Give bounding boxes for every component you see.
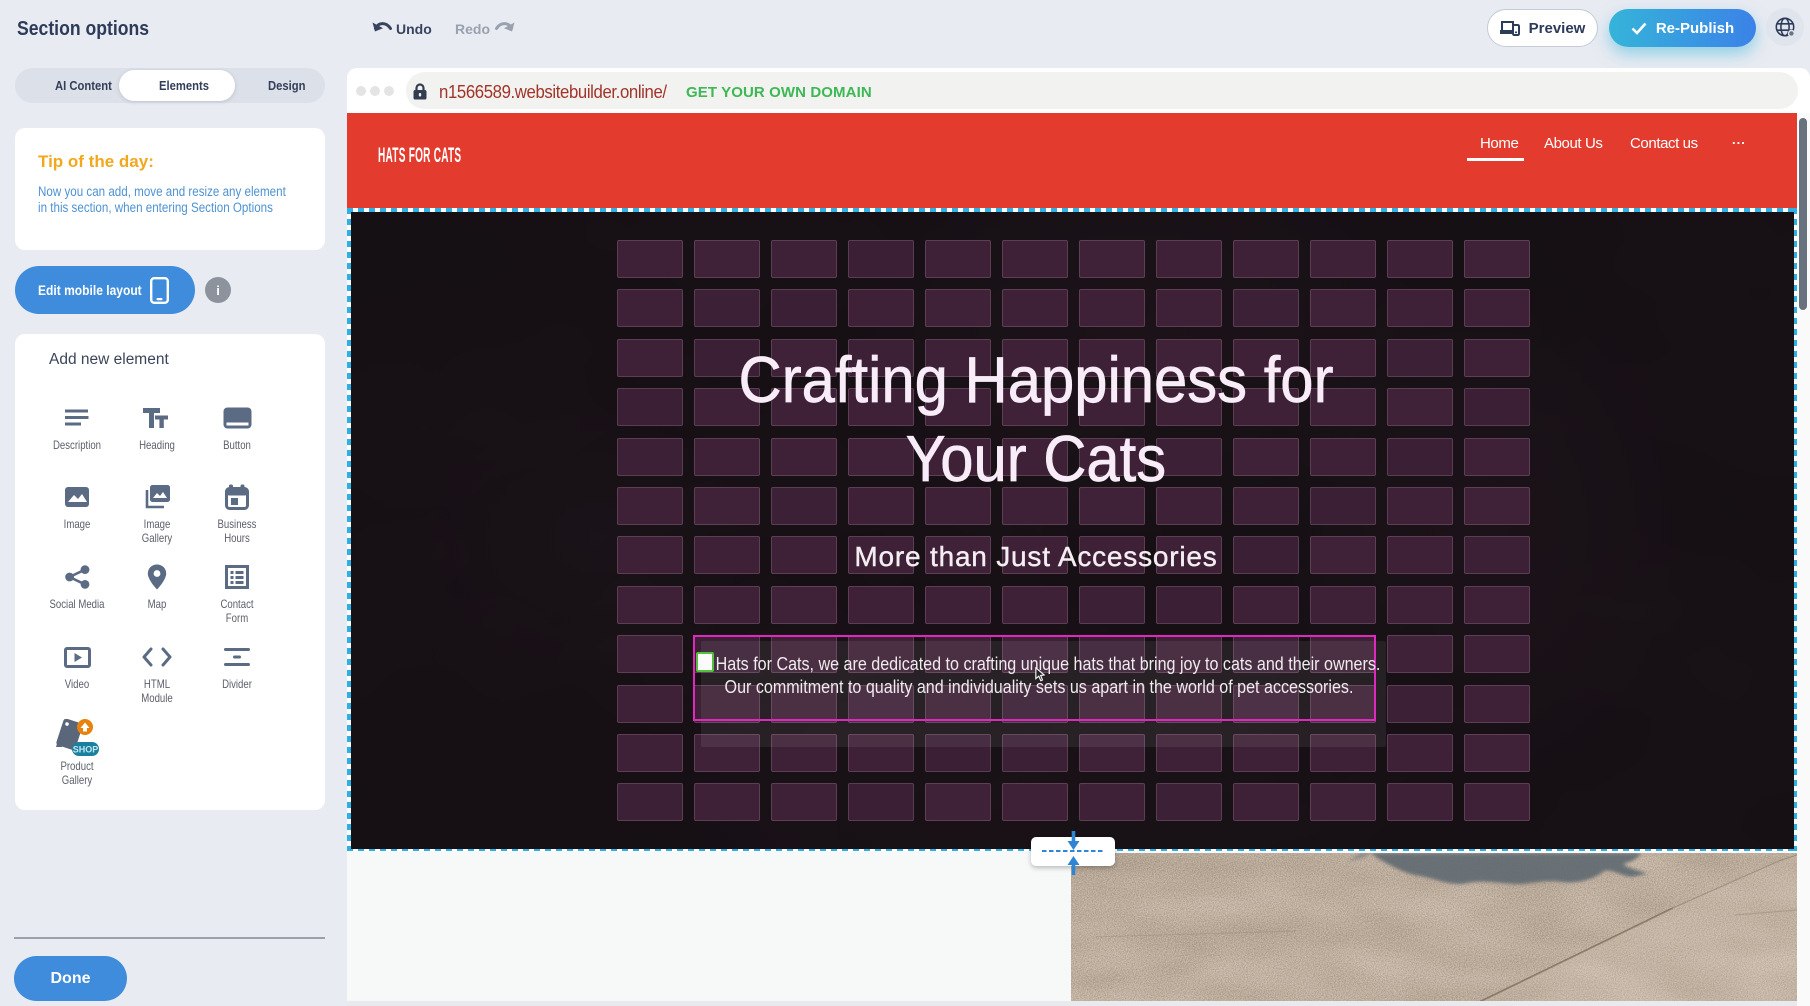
svg-text:SHOP: SHOP [73, 745, 99, 755]
